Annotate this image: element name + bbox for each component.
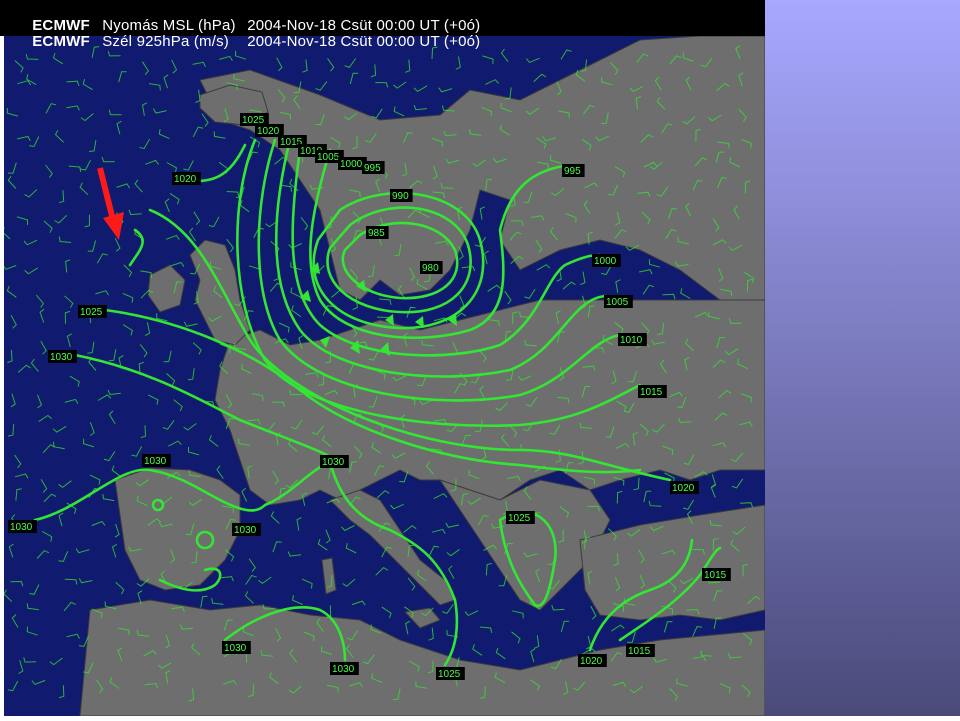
left-border xyxy=(0,0,4,716)
isobar-label-text: 980 xyxy=(422,263,439,274)
weather-map: 1025 1020 1015 1010 1005 1000 995 1020 990 985 980… xyxy=(0,0,765,716)
isobar-label-text: 1000 xyxy=(594,256,617,267)
isobar-label: 980 xyxy=(420,261,443,274)
isobar-label-text: 1000 xyxy=(340,159,363,170)
isobar-label-text: 1030 xyxy=(144,456,167,467)
header-variable: Szél 925hPa (m/s) xyxy=(102,33,230,50)
isobar-label: 1015 xyxy=(626,644,655,657)
map-header: ECMWF Nyomás MSL (hPa) 2004-Nov-18 Csüt 00… xyxy=(0,0,765,50)
isobar-label-text: 1025 xyxy=(438,669,461,680)
isobar-label-text: 1030 xyxy=(50,352,73,363)
isobar-label: 1020 xyxy=(172,172,201,185)
map-canvas: 102510201015101010051000 9951020990985980… xyxy=(0,0,765,716)
isobar-label: 995 xyxy=(362,161,385,174)
isobar-label-text: 1030 xyxy=(332,664,355,675)
isobar-label: 1005 xyxy=(604,295,633,308)
header-source: ECMWF xyxy=(32,33,90,50)
isobar-label-text: 1005 xyxy=(317,152,340,163)
isobar-label-text: 1005 xyxy=(606,297,629,308)
isobar-label-text: 995 xyxy=(364,163,381,174)
isobar-label: 1030 xyxy=(48,350,77,363)
isobar-label: 1030 xyxy=(222,641,251,654)
isobar-label-text: 1030 xyxy=(224,643,247,654)
isobar-label-text: 1020 xyxy=(174,174,197,185)
isobar-label: 1015 xyxy=(638,385,667,398)
isobar-label: 1010 xyxy=(618,333,647,346)
isobar-label-text: 990 xyxy=(392,191,409,202)
isobar-label-text: 1020 xyxy=(580,656,603,667)
isobar-label-text: 1030 xyxy=(10,522,33,533)
side-gradient xyxy=(765,0,960,716)
isobar-label-text: 1010 xyxy=(620,335,643,346)
isobar-label-text: 1015 xyxy=(628,646,651,657)
isobar-label: 1020 xyxy=(670,481,699,494)
isobar-label: 1030 xyxy=(8,520,37,533)
isobar-label: 1020 xyxy=(578,654,607,667)
isobar-label: 1030 xyxy=(330,662,359,675)
isobar-label-text: 1025 xyxy=(80,307,103,318)
isobar-label: 1000 xyxy=(592,254,621,267)
isobar-label-text: 985 xyxy=(368,228,385,239)
isobar-label: 995 xyxy=(562,164,585,177)
isobar-label-text: 1020 xyxy=(672,483,695,494)
isobar-label: 1030 xyxy=(142,454,171,467)
isobar-label-text: 995 xyxy=(564,166,581,177)
isobar-label: 1025 xyxy=(436,667,465,680)
isobar-label: 1030 xyxy=(232,523,261,536)
isobar-label-text: 1015 xyxy=(704,570,727,581)
header-line-wind: ECMWF Szél 925hPa (m/s) 2004-Nov-18 Csüt 0… xyxy=(6,18,480,66)
isobar-label-text: 1030 xyxy=(322,457,345,468)
isobar-label: 1025 xyxy=(506,511,535,524)
header-valid-time: 2004-Nov-18 Csüt 00:00 UT (+0ó) xyxy=(247,33,481,50)
isobar-label-text: 1015 xyxy=(640,387,663,398)
isobar-label: 1015 xyxy=(702,568,731,581)
isobar-label-text: 1025 xyxy=(508,513,531,524)
side-panel xyxy=(765,0,960,716)
isobar-label: 1030 xyxy=(320,455,349,468)
isobar-label: 1025 xyxy=(78,305,107,318)
isobar-label-text: 1020 xyxy=(257,126,280,137)
isobar-label: 985 xyxy=(366,226,389,239)
isobar-label: 990 xyxy=(390,189,413,202)
isobar-label-text: 1030 xyxy=(234,525,257,536)
